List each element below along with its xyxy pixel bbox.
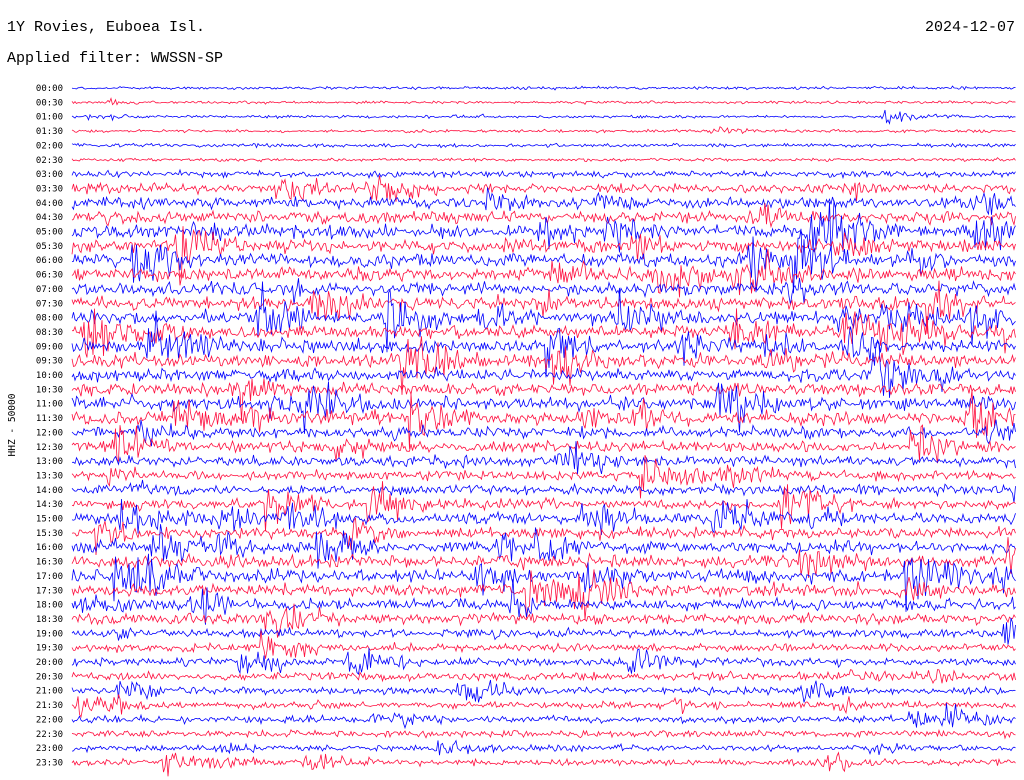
tick-label: 08:00 — [36, 314, 63, 324]
trace-line — [71, 97, 1016, 106]
trace-line — [71, 647, 1016, 675]
trace-line — [71, 277, 1016, 305]
tick-label: 17:30 — [36, 586, 63, 596]
tick-label: 11:00 — [36, 400, 63, 410]
tick-label: 15:00 — [36, 515, 63, 525]
trace-line — [71, 381, 1016, 434]
tick-label: 07:30 — [36, 299, 63, 309]
tick-label: 10:00 — [36, 371, 63, 381]
tick-label: 13:30 — [36, 471, 63, 481]
tick-label: 14:30 — [36, 500, 63, 510]
trace-line — [71, 85, 1016, 91]
tick-label: 19:30 — [36, 644, 63, 654]
trace-line — [71, 389, 1016, 449]
trace-line — [71, 310, 1016, 378]
tick-label: 20:00 — [36, 658, 63, 668]
tick-label: 23:00 — [36, 744, 63, 754]
tick-label: 21:00 — [36, 687, 63, 697]
tick-label: 17:00 — [36, 572, 63, 582]
tick-label: 00:00 — [36, 84, 63, 94]
tick-label: 22:30 — [36, 730, 63, 740]
tick-label: 16:30 — [36, 558, 63, 568]
tick-label: 11:30 — [36, 414, 63, 424]
trace-line — [71, 669, 1016, 684]
trace-line — [71, 175, 1016, 202]
trace-line — [71, 157, 1016, 163]
y-axis-label: HHZ - 50000 — [7, 393, 18, 456]
tick-label: 00:30 — [36, 98, 63, 108]
tick-label: 13:00 — [36, 457, 63, 467]
tick-label: 02:00 — [36, 141, 63, 151]
tick-label: 09:00 — [36, 342, 63, 352]
tick-label: 21:30 — [36, 701, 63, 711]
tick-label: 05:00 — [36, 228, 63, 238]
helicorder-page: 1Y Rovies, Euboea Isl. 2024-12-07 Applie… — [0, 0, 1024, 780]
trace-line — [71, 694, 1016, 719]
trace-line — [71, 126, 1016, 135]
trace-line — [71, 630, 1016, 659]
tick-label-group: 00:00 00:30 01:00 01:30 02:00 02:30 03:00 03:30… — [36, 84, 63, 768]
trace-line — [71, 537, 1016, 578]
trace-line — [71, 703, 1016, 730]
tick-label: 15:30 — [36, 529, 63, 539]
tick-label: 16:00 — [36, 543, 63, 553]
tick-label: 04:00 — [36, 199, 63, 209]
tick-label: 12:30 — [36, 443, 63, 453]
trace-line — [71, 517, 1016, 556]
tick-label: 06:00 — [36, 256, 63, 266]
trace-line — [71, 739, 1016, 756]
tick-label: 09:30 — [36, 357, 63, 367]
tick-label: 01:00 — [36, 113, 63, 123]
trace-line — [71, 728, 1016, 740]
tick-label: 03:00 — [36, 170, 63, 180]
tick-label: 23:30 — [36, 758, 63, 768]
tick-label: 12:00 — [36, 428, 63, 438]
trace-line — [71, 168, 1016, 180]
tick-label: 04:30 — [36, 213, 63, 223]
trace-line — [71, 679, 1016, 703]
tick-label: 05:30 — [36, 242, 63, 252]
tick-label: 14:00 — [36, 486, 63, 496]
trace-group — [71, 85, 1016, 777]
tick-label: 19:00 — [36, 629, 63, 639]
trace-line — [71, 142, 1016, 149]
trace-line — [71, 187, 1016, 216]
trace-line — [71, 109, 1016, 125]
tick-label: 20:30 — [36, 672, 63, 682]
trace-line — [71, 203, 1016, 229]
trace-line — [71, 751, 1016, 777]
tick-label: 03:30 — [36, 184, 63, 194]
tick-label: 06:30 — [36, 271, 63, 281]
tick-label: 08:30 — [36, 328, 63, 338]
tick-label: 02:30 — [36, 156, 63, 166]
tick-label: 07:00 — [36, 285, 63, 295]
tick-label: 18:30 — [36, 615, 63, 625]
tick-label: 10:30 — [36, 385, 63, 395]
trace-line — [71, 419, 1016, 447]
trace-line — [71, 378, 1016, 421]
tick-label: 22:00 — [36, 715, 63, 725]
tick-label: 01:30 — [36, 127, 63, 137]
tick-label: 18:00 — [36, 601, 63, 611]
helicorder-chart: 00:00 00:30 01:00 01:30 02:00 02:30 03:00 03:30… — [7, 84, 1016, 777]
trace-line — [71, 479, 1016, 503]
